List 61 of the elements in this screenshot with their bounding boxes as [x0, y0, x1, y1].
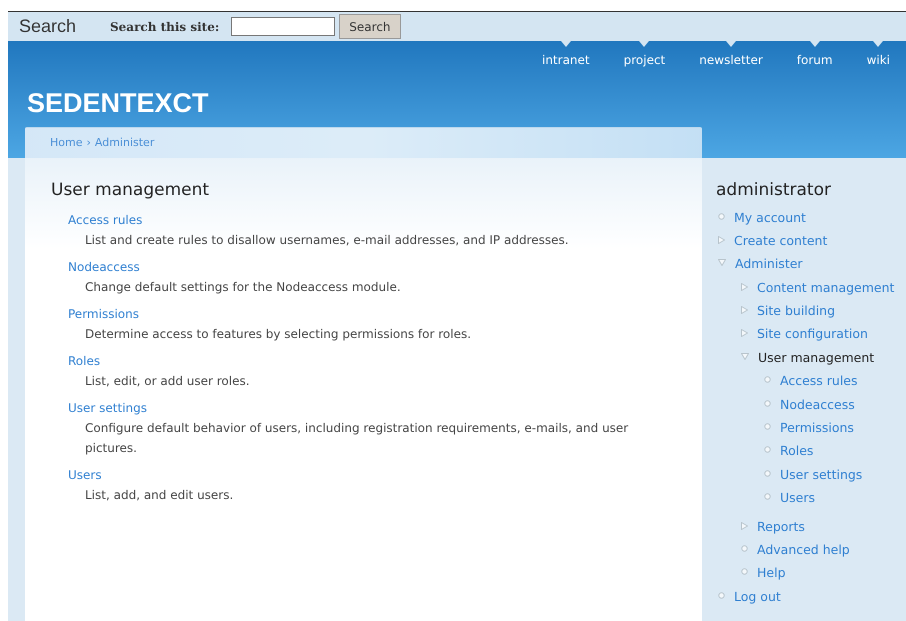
breadcrumb-link[interactable]: Administer	[94, 134, 154, 152]
bullet-icon	[741, 544, 748, 552]
menu-link[interactable]: Reports	[757, 518, 805, 535]
description: Configure default behavior of users, including registration requirements, e-mails, and user pictures.	[84, 420, 630, 456]
bullet-icon	[764, 423, 771, 430]
description: List and create rules to disallow usernames, e-mail addresses, and IP addresses.	[84, 232, 570, 248]
page-title: User management	[51, 179, 210, 202]
admin-link[interactable]: Access rules	[68, 210, 142, 230]
triangle-right-icon	[741, 329, 748, 338]
breadcrumb-separator: ›	[86, 134, 91, 151]
menu-link[interactable]: Users	[780, 489, 816, 506]
bullet-icon	[741, 568, 748, 576]
menu-link[interactable]: My account	[734, 208, 806, 226]
bullet-icon	[718, 592, 725, 599]
search-field[interactable]	[231, 17, 336, 36]
bullet-icon	[764, 446, 771, 454]
nav-link[interactable]: newsletter	[699, 51, 763, 69]
nav-link[interactable]: forum	[796, 51, 833, 69]
description: Determine access to features by selecting permissions for roles.	[84, 326, 472, 342]
menu-link[interactable]: Permissions	[780, 419, 854, 436]
menu-link[interactable]: Roles	[780, 442, 814, 460]
triangle-right-icon	[741, 282, 748, 291]
admin-link[interactable]: User settings	[68, 398, 148, 418]
menu-link[interactable]: Administer	[735, 255, 803, 272]
menu-link[interactable]: Advanced help	[757, 540, 850, 558]
menu-link[interactable]: Site configuration	[757, 325, 868, 342]
menu-link[interactable]: Nodeaccess	[780, 396, 855, 413]
menu-link[interactable]: Content management	[757, 278, 894, 296]
admin-link[interactable]: Nodeaccess	[68, 258, 140, 276]
triangle-right-icon	[741, 522, 748, 530]
triangle-right-icon	[718, 236, 725, 244]
bullet-icon	[764, 470, 771, 477]
breadcrumb-link[interactable]: Home	[50, 134, 82, 152]
triangle-down-icon	[741, 352, 749, 360]
admin-link[interactable]: Permissions	[68, 304, 139, 324]
nav-link[interactable]: wiki	[866, 51, 890, 69]
bullet-icon	[718, 212, 725, 220]
nav-link[interactable]: project	[624, 51, 666, 69]
menu-link[interactable]: Site building	[757, 302, 836, 320]
triangle-right-icon	[741, 306, 748, 314]
site-name: SEDENTEXCT	[27, 87, 209, 120]
menu-link[interactable]: Log out	[734, 588, 781, 605]
search-button[interactable]: Search	[339, 14, 401, 39]
bullet-icon	[764, 400, 771, 407]
description: Change default settings for the Nodeaccess module.	[84, 278, 402, 296]
bullet-icon	[764, 376, 771, 384]
menu-link[interactable]: Create content	[734, 232, 828, 249]
menu-link[interactable]: User management	[758, 348, 874, 366]
menu-link[interactable]: User settings	[780, 466, 862, 483]
bullet-icon	[764, 493, 771, 500]
nav-link[interactable]: intranet	[542, 51, 590, 69]
admin-link[interactable]: Users	[68, 466, 102, 484]
search-label: Search this site:	[110, 18, 220, 36]
menu-link[interactable]: Access rules	[780, 372, 858, 390]
menu-link[interactable]: Help	[757, 564, 786, 582]
description: List, edit, or add user roles.	[84, 372, 251, 390]
search-title: Search	[19, 15, 78, 38]
admin-link[interactable]: Roles	[68, 352, 100, 370]
sidebar-title: administrator	[716, 179, 831, 202]
description: List, add, and edit users.	[84, 486, 234, 504]
triangle-down-icon	[718, 259, 726, 266]
